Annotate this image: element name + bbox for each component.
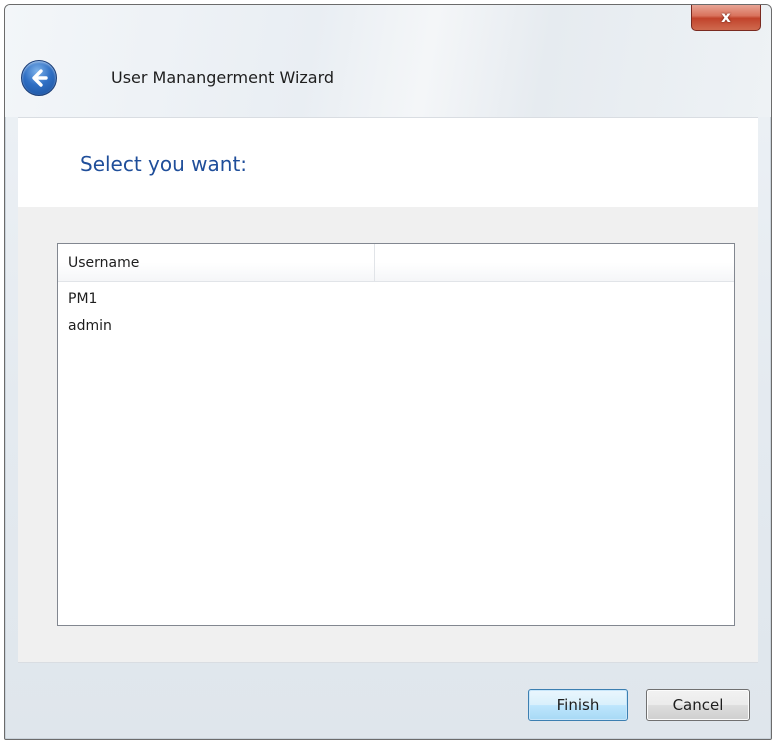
wizard-content: Select you want: Username PM1 admin xyxy=(18,117,758,663)
instruction-header: Select you want: xyxy=(18,118,758,207)
close-icon: x xyxy=(721,8,731,26)
wizard-title: User Manangerment Wizard xyxy=(111,68,335,87)
instruction-text: Select you want: xyxy=(80,152,248,176)
close-button[interactable]: x xyxy=(691,5,761,31)
button-bar: Finish Cancel xyxy=(18,662,758,732)
column-header-empty[interactable] xyxy=(375,244,734,281)
title-bar xyxy=(5,5,771,117)
finish-button[interactable]: Finish xyxy=(528,689,628,721)
wizard-window: x User Manangerment Wizard Select you wa… xyxy=(4,4,772,740)
column-header-username[interactable]: Username xyxy=(58,244,375,281)
back-arrow-icon xyxy=(32,69,48,87)
list-item[interactable]: PM1 xyxy=(58,286,734,313)
list-body: PM1 admin xyxy=(58,282,734,340)
back-button[interactable] xyxy=(21,60,57,96)
list-header: Username xyxy=(58,244,734,282)
cancel-button[interactable]: Cancel xyxy=(646,689,750,721)
user-list[interactable]: Username PM1 admin xyxy=(57,243,735,626)
list-item[interactable]: admin xyxy=(58,313,734,340)
